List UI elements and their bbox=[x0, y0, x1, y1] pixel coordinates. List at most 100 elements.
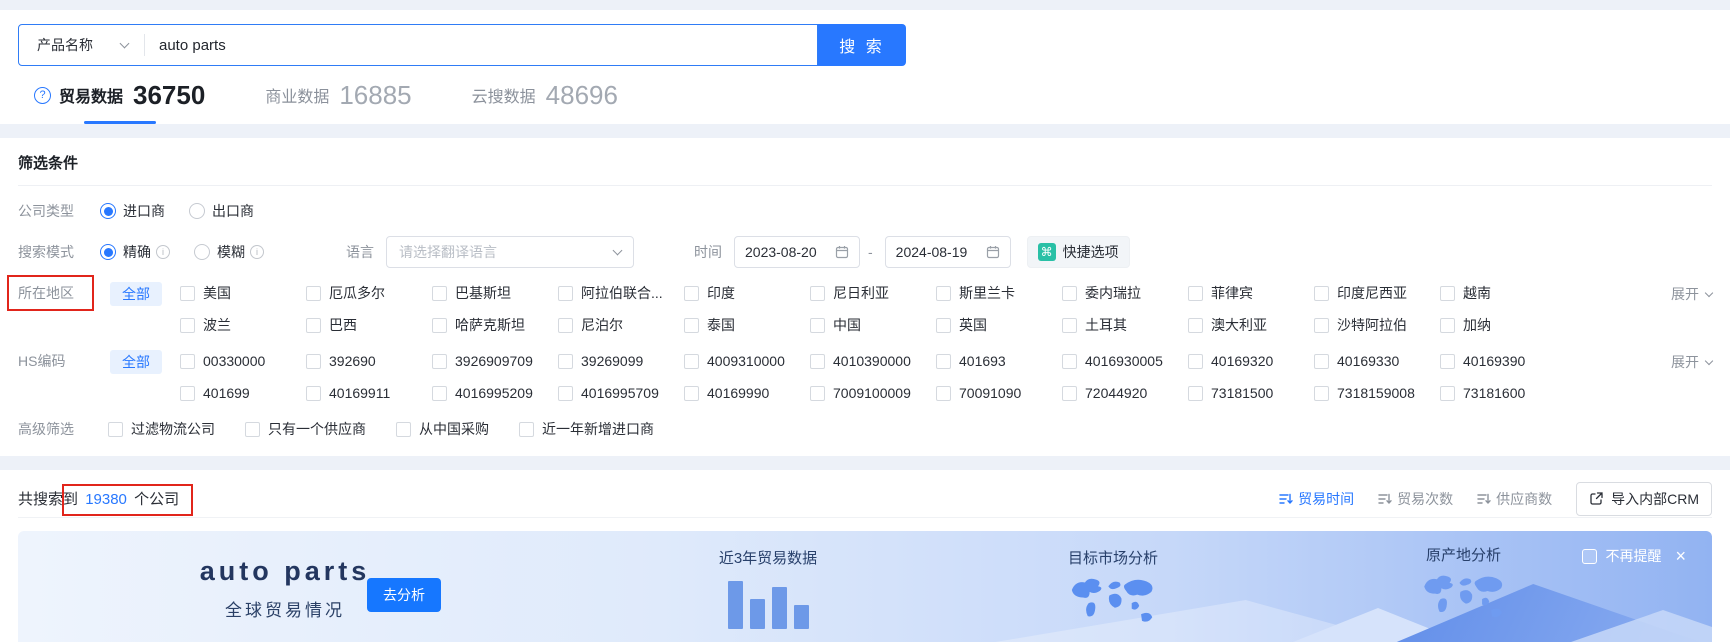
region-checkbox[interactable]: 泰国 bbox=[684, 314, 810, 336]
quick-options-button[interactable]: ⌘ 快捷选项 bbox=[1026, 236, 1130, 268]
region-label: 所在地区 bbox=[7, 275, 100, 311]
analysis-promo-banner: auto parts 全球贸易情况 去分析 近3年贸易数据 目标市场分析 原产地… bbox=[18, 531, 1712, 642]
end-date-value: 2024-08-19 bbox=[895, 244, 968, 260]
hs-code-checkbox[interactable]: 40169390 bbox=[1440, 350, 1566, 372]
tab-business-data[interactable]: 商业数据 16885 bbox=[265, 82, 411, 124]
region-checkbox[interactable]: 越南 bbox=[1440, 282, 1566, 304]
hs-code-checkbox[interactable]: 70091090 bbox=[936, 382, 1062, 404]
radio-fuzzy-mode[interactable]: 模糊 i bbox=[194, 242, 264, 262]
hs-code-checkbox[interactable]: 4010390000 bbox=[810, 350, 936, 372]
search-input[interactable] bbox=[145, 36, 817, 54]
region-checkbox[interactable]: 沙特阿拉伯 bbox=[1314, 314, 1440, 336]
hs-code-checkbox[interactable]: 4016995209 bbox=[432, 382, 558, 404]
region-checkbox[interactable]: 菲律宾 bbox=[1188, 282, 1314, 304]
tab-cloud-search-data[interactable]: 云搜数据 48696 bbox=[472, 82, 618, 124]
close-icon[interactable]: × bbox=[1675, 547, 1686, 565]
sort-by-trade-time[interactable]: 贸易时间 bbox=[1279, 489, 1354, 509]
end-date-picker[interactable]: 2024-08-19 bbox=[884, 236, 1011, 268]
hs-code-checkbox[interactable]: 40169320 bbox=[1188, 350, 1314, 372]
info-circle-icon[interactable]: i bbox=[250, 245, 264, 259]
region-checkbox[interactable]: 巴西 bbox=[306, 314, 432, 336]
region-checkbox[interactable]: 厄瓜多尔 bbox=[306, 282, 432, 304]
tab-label: 贸易数据 bbox=[59, 89, 124, 106]
hs-code-checkbox[interactable]: 7318159008 bbox=[1314, 382, 1440, 404]
checkbox-icon bbox=[1062, 385, 1077, 401]
region-checkbox[interactable]: 尼泊尔 bbox=[558, 314, 684, 336]
import-crm-button[interactable]: 导入内部CRM bbox=[1576, 481, 1712, 516]
checkbox-icon bbox=[306, 353, 321, 369]
question-circle-icon[interactable]: ? bbox=[34, 86, 51, 104]
advanced-checkbox[interactable]: 近一年新增进口商 bbox=[519, 418, 654, 440]
language-select[interactable]: 请选择翻译语言 bbox=[386, 236, 634, 268]
checkbox-icon bbox=[432, 285, 447, 301]
company-type-label: 公司类型 bbox=[18, 203, 74, 219]
start-date-picker[interactable]: 2023-08-20 bbox=[734, 236, 860, 268]
region-all-chip[interactable]: 全部 bbox=[110, 282, 162, 306]
checkbox-icon bbox=[684, 317, 699, 333]
analyze-button[interactable]: 去分析 bbox=[367, 578, 441, 612]
hs-code-checkbox[interactable]: 392690 bbox=[306, 350, 432, 372]
region-checkbox[interactable]: 哈萨克斯坦 bbox=[432, 314, 558, 336]
radio-exact-mode[interactable]: 精确 i bbox=[100, 242, 170, 262]
region-checkbox[interactable]: 尼日利亚 bbox=[810, 282, 936, 304]
hs-code-checkbox[interactable]: 401699 bbox=[180, 382, 306, 404]
checkbox-icon bbox=[1062, 353, 1077, 369]
hs-code-checkbox[interactable]: 73181600 bbox=[1440, 382, 1566, 404]
checkbox-icon bbox=[180, 285, 195, 301]
advanced-checkbox[interactable]: 只有一个供应商 bbox=[245, 418, 366, 440]
sort-by-supplier-count[interactable]: 供应商数 bbox=[1477, 489, 1552, 509]
hs-code-checkbox[interactable]: 72044920 bbox=[1062, 382, 1188, 404]
hs-code-checkbox[interactable]: 7009100009 bbox=[810, 382, 936, 404]
region-checkbox[interactable]: 土耳其 bbox=[1062, 314, 1188, 336]
region-checkbox[interactable]: 斯里兰卡 bbox=[936, 282, 1062, 304]
hs-code-checkbox[interactable]: 4009310000 bbox=[684, 350, 810, 372]
hs-code-expand-toggle[interactable]: 展开 bbox=[1671, 352, 1714, 372]
region-checkbox[interactable]: 印度 bbox=[684, 282, 810, 304]
checkbox-icon bbox=[1314, 317, 1329, 333]
chevron-down-icon bbox=[119, 38, 130, 48]
search-button[interactable]: 搜 索 bbox=[818, 24, 906, 66]
region-checkbox[interactable]: 加纳 bbox=[1440, 314, 1566, 336]
region-checkbox[interactable]: 巴基斯坦 bbox=[432, 282, 558, 304]
hs-code-checkbox[interactable]: 40169330 bbox=[1314, 350, 1440, 372]
region-checkbox[interactable]: 英国 bbox=[936, 314, 1062, 336]
region-checkbox[interactable]: 澳大利亚 bbox=[1188, 314, 1314, 336]
sort-descending-icon bbox=[1477, 493, 1491, 504]
sort-by-trade-count[interactable]: 贸易次数 bbox=[1378, 489, 1453, 509]
region-checkbox[interactable]: 阿拉伯联合... bbox=[558, 282, 684, 304]
checkbox-icon bbox=[558, 385, 573, 401]
calendar-icon bbox=[986, 245, 1000, 259]
dismiss-checkbox[interactable] bbox=[1582, 548, 1598, 564]
hs-code-checkbox[interactable]: 3926909709 bbox=[432, 350, 558, 372]
region-checkbox[interactable]: 美国 bbox=[180, 282, 306, 304]
region-expand-toggle[interactable]: 展开 bbox=[1671, 284, 1714, 304]
info-circle-icon[interactable]: i bbox=[156, 245, 170, 259]
hs-code-checkbox[interactable]: 4016995709 bbox=[558, 382, 684, 404]
advanced-checkbox[interactable]: 过滤物流公司 bbox=[108, 418, 215, 440]
checkbox-icon bbox=[1188, 353, 1203, 369]
region-checkbox[interactable]: 中国 bbox=[810, 314, 936, 336]
radio-exporter[interactable]: 出口商 bbox=[189, 201, 254, 221]
radio-icon bbox=[189, 203, 205, 219]
checkbox-icon bbox=[1188, 385, 1203, 401]
region-checkbox[interactable]: 印度尼西亚 bbox=[1314, 282, 1440, 304]
region-checkbox[interactable]: 波兰 bbox=[180, 314, 306, 336]
banner-card-target-market: 目标市场分析 bbox=[1058, 547, 1168, 636]
search-category-select[interactable]: 产品名称 bbox=[19, 35, 144, 55]
hs-code-checkbox[interactable]: 40169911 bbox=[306, 382, 432, 404]
hs-code-checkbox[interactable]: 4016930005 bbox=[1062, 350, 1188, 372]
hs-code-checkbox[interactable]: 73181500 bbox=[1188, 382, 1314, 404]
region-checkbox[interactable]: 委内瑞拉 bbox=[1062, 282, 1188, 304]
hs-code-filter-row: HS编码 全部 00330000 392690 3926909709 39269… bbox=[18, 350, 1714, 404]
hs-code-checkbox[interactable]: 00330000 bbox=[180, 350, 306, 372]
hs-code-checkbox[interactable]: 39269099 bbox=[558, 350, 684, 372]
results-toolbar: 贸易时间 贸易次数 供应商数 导入内部CRM bbox=[1255, 481, 1712, 516]
radio-importer[interactable]: 进口商 bbox=[100, 201, 165, 221]
tab-trade-data[interactable]: ? 贸易数据 36750 bbox=[34, 82, 205, 124]
hs-code-label: HS编码 bbox=[18, 353, 66, 369]
advanced-checkbox[interactable]: 从中国采购 bbox=[396, 418, 489, 440]
search-row: 产品名称 搜 索 bbox=[18, 24, 1712, 66]
hs-code-checkbox[interactable]: 401693 bbox=[936, 350, 1062, 372]
hs-code-checkbox[interactable]: 40169990 bbox=[684, 382, 810, 404]
hs-code-all-chip[interactable]: 全部 bbox=[110, 350, 162, 374]
